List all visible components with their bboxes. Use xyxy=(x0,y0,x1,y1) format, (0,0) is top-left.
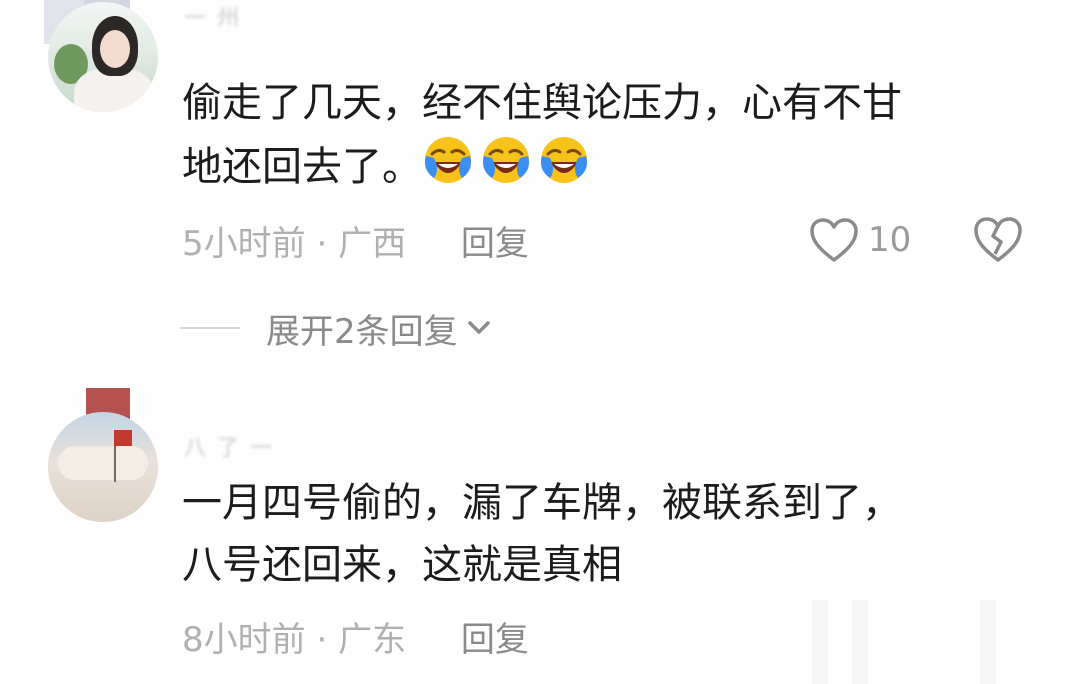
scroll-artifact xyxy=(852,600,868,684)
reply-button[interactable]: 回复 xyxy=(461,620,529,660)
comment-text: 偷走了几天，经不住舆论压力，心有不甘 xyxy=(182,80,902,126)
comment-time: 8小时前 xyxy=(182,620,306,660)
username[interactable]: 八 了 一 xyxy=(184,430,274,462)
heart-icon xyxy=(810,218,858,262)
chevron-down-icon xyxy=(467,321,490,334)
scroll-artifact xyxy=(812,600,828,684)
comment-time: 5小时前 xyxy=(182,224,306,264)
like-count: 10 xyxy=(868,220,912,260)
like-button[interactable]: 10 xyxy=(808,212,911,268)
comment-text: 地还回去了。 xyxy=(182,144,422,190)
comment-text: 八号还回来，这就是真相 xyxy=(182,542,622,588)
broken-heart-icon xyxy=(974,217,1022,262)
comment-location: 广东 xyxy=(338,620,407,660)
scroll-artifact xyxy=(980,600,996,684)
comment-text: 一月四号偷的，漏了车牌，被联系到了， xyxy=(182,480,902,526)
laughing-crying-emoji-icon xyxy=(483,137,529,183)
comment-meta: 8小时前 · 广东 回复 xyxy=(182,612,529,661)
reply-button[interactable]: 回复 xyxy=(461,224,529,264)
avatar[interactable] xyxy=(48,412,158,522)
comment-item: 八 了 一 一月四号偷的，漏了车牌，被联系到了， 八号还回来，这就是真相 8小时… xyxy=(0,388,1080,684)
username[interactable]: 一 州 xyxy=(184,0,241,32)
dislike-button[interactable] xyxy=(972,214,1024,268)
comment-meta: 5小时前 · 广西 回复 xyxy=(182,216,529,265)
avatar[interactable] xyxy=(48,2,158,112)
laughing-crying-emoji-icon xyxy=(541,137,587,183)
divider xyxy=(180,327,240,329)
expand-replies-button[interactable]: 展开2条回复 xyxy=(180,302,494,354)
comment-text-line2: 地还回去了。 xyxy=(182,134,596,198)
comment-item: 一 州 偷走了几天，经不住舆论压力，心有不甘 地还回去了。 5小时前 · 广西 … xyxy=(0,0,1080,352)
laughing-crying-emoji-icon xyxy=(425,137,471,183)
comment-location: 广西 xyxy=(338,224,407,264)
comment-list: 一 州 偷走了几天，经不住舆论压力，心有不甘 地还回去了。 5小时前 · 广西 … xyxy=(0,0,1080,684)
expand-replies-label: 展开2条回复 xyxy=(266,311,458,352)
meta-separator: · xyxy=(316,224,328,264)
meta-separator: · xyxy=(316,620,328,660)
